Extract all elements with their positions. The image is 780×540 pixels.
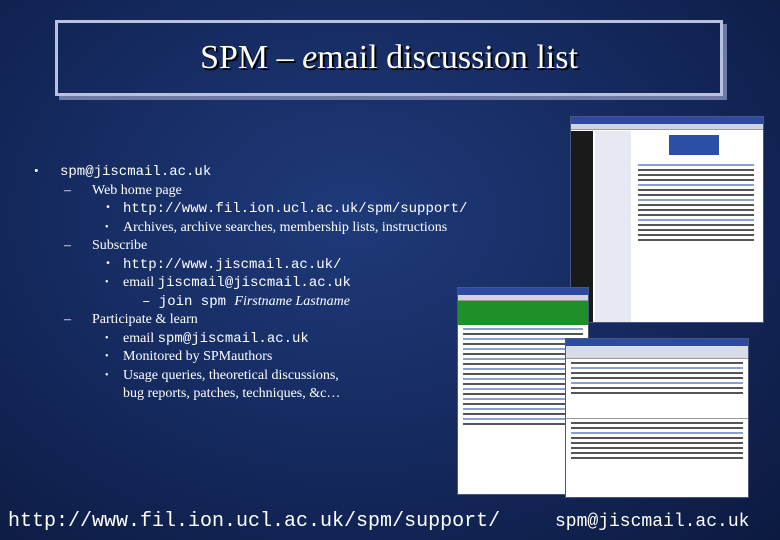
text-line (571, 432, 743, 434)
text-line (571, 447, 743, 449)
text-line (571, 392, 743, 394)
text-line (571, 422, 743, 424)
text-line (571, 362, 743, 364)
title-prefix: SPM – (200, 39, 303, 76)
usage-text-1: Usage queries, theoretical discussions, (30, 367, 490, 386)
url-jiscmail-link[interactable]: http://www.jiscmail.ac.uk/ (30, 256, 490, 275)
jiscmail-address[interactable]: jiscmail@jiscmail.ac.uk (158, 275, 351, 291)
item-web-home: – Web home page (30, 182, 490, 201)
email-list: email spm@jiscmail.ac.uk (30, 330, 490, 349)
email-jiscmail: email jiscmail@jiscmail.ac.uk (30, 274, 490, 293)
text-line (638, 209, 754, 211)
item-participate: – Participate & learn (30, 311, 490, 330)
list-address[interactable]: spm@jiscmail.ac.uk (158, 331, 309, 347)
title-rest: mail discussion list (317, 39, 578, 76)
bullet-list: spm@jiscmail.ac.uk – Web home page http:/… (30, 163, 490, 404)
text-line (571, 367, 743, 369)
slide-title: SPM – email discussion list (200, 39, 578, 77)
text-line (571, 442, 743, 444)
archives-text: Archives, archive searches, membership l… (30, 219, 490, 238)
text-line (571, 457, 743, 459)
title-em: e (302, 39, 318, 76)
browser-urlbar (571, 124, 763, 130)
text-line (638, 169, 754, 171)
text-line (571, 382, 743, 384)
text-line (638, 224, 754, 226)
browser-titlebar (571, 117, 763, 124)
dash-marker: – (64, 182, 71, 198)
text-line (571, 387, 743, 389)
text-line (571, 452, 743, 454)
text-line (638, 189, 754, 191)
bullet-list-address: spm@jiscmail.ac.uk (30, 163, 490, 182)
usage-text-2: bug reports, patches, techniques, &c… (123, 386, 341, 401)
web-home-label: Web home page (92, 182, 182, 198)
text-line (638, 164, 754, 166)
email-label: email (123, 330, 158, 346)
monitored-text: Monitored by SPMauthors (30, 348, 490, 367)
text-line (638, 219, 754, 221)
text-line (638, 174, 754, 176)
title-box: SPM – email discussion list (55, 20, 723, 96)
text-line (638, 234, 754, 236)
dash-marker: – (64, 312, 71, 327)
mail-toolbar (566, 346, 748, 359)
item-subscribe: – Subscribe (30, 237, 490, 256)
text-line (638, 214, 754, 216)
text-line (638, 194, 754, 196)
text-line (638, 199, 754, 201)
text-line (638, 229, 754, 231)
join-command: – join spm Firstname Lastname (30, 293, 490, 312)
join-cmd: – join spm (142, 293, 235, 310)
subscribe-label: Subscribe (92, 238, 148, 253)
window-titlebar (566, 339, 748, 346)
email-client-screenshot (565, 338, 749, 498)
dash-marker: – (64, 238, 71, 253)
footer-email[interactable]: spm@jiscmail.ac.uk (555, 512, 749, 532)
archive-header-bar (458, 301, 588, 325)
mail-body (566, 422, 748, 459)
participate-label: Participate & learn (92, 312, 198, 327)
join-names: Firstname Lastname (234, 293, 350, 309)
spm-logo-image (669, 135, 719, 155)
mail-message-list (566, 362, 748, 419)
footer-url[interactable]: http://www.fil.ion.ucl.ac.uk/spm/support… (8, 510, 500, 533)
text-line (638, 179, 754, 181)
text-line (638, 184, 754, 186)
email-label: email (123, 275, 158, 290)
page-text-block (633, 161, 759, 244)
text-line (638, 204, 754, 206)
spm-website-screenshot (570, 116, 764, 323)
text-line (463, 333, 583, 335)
url-support-link[interactable]: http://www.fil.ion.ucl.ac.uk/spm/support… (30, 200, 490, 219)
text-line (571, 377, 743, 379)
text-line (638, 239, 754, 241)
text-line (571, 437, 743, 439)
text-line (571, 372, 743, 374)
browser-titlebar (458, 288, 588, 295)
text-line (463, 328, 583, 330)
nav-sidebar (595, 131, 631, 322)
text-line (571, 427, 743, 429)
